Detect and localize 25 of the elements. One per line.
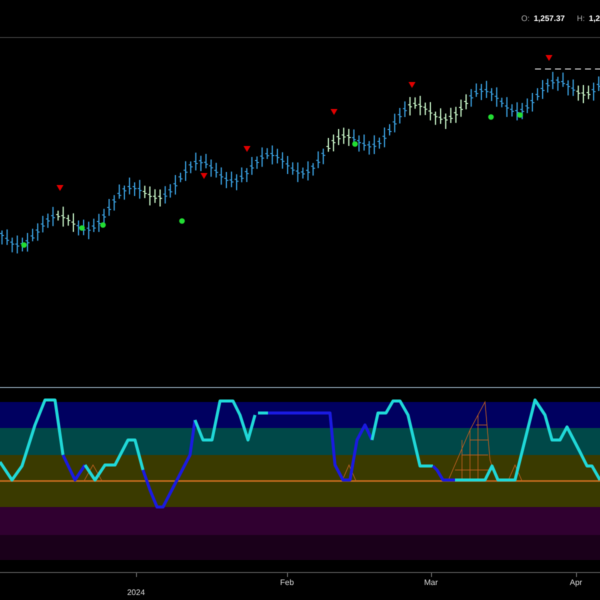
- year-label: 2024: [127, 588, 145, 597]
- buy-marker-icon: [352, 141, 358, 147]
- buy-marker-icon: [179, 218, 185, 224]
- sell-marker-icon: [56, 185, 64, 191]
- dashed-level-line: [534, 68, 600, 70]
- month-label: Apr: [570, 578, 582, 587]
- histogram-peak-drawing: [508, 464, 522, 482]
- high-value: 1,2: [588, 14, 600, 23]
- sell-marker-icon: [408, 82, 416, 88]
- sell-marker-icon: [330, 109, 338, 115]
- histogram-peak-drawing: [342, 464, 356, 482]
- month-label: Mar: [424, 578, 438, 587]
- buy-marker-icon: [21, 242, 27, 248]
- buy-marker-icon: [100, 222, 106, 228]
- month-label: Feb: [280, 578, 294, 587]
- histogram-peak-drawing: [84, 464, 102, 482]
- high-label: H:: [576, 14, 585, 23]
- open-label: O:: [521, 14, 530, 23]
- sell-marker-icon: [244, 146, 250, 152]
- sell-marker-icon: [546, 55, 552, 61]
- sell-marker-icon: [200, 173, 208, 179]
- buy-marker-icon: [488, 114, 494, 120]
- buy-marker-icon: [517, 112, 523, 118]
- buy-marker-icon: [79, 225, 85, 231]
- open-value: 1,257.37: [534, 14, 565, 23]
